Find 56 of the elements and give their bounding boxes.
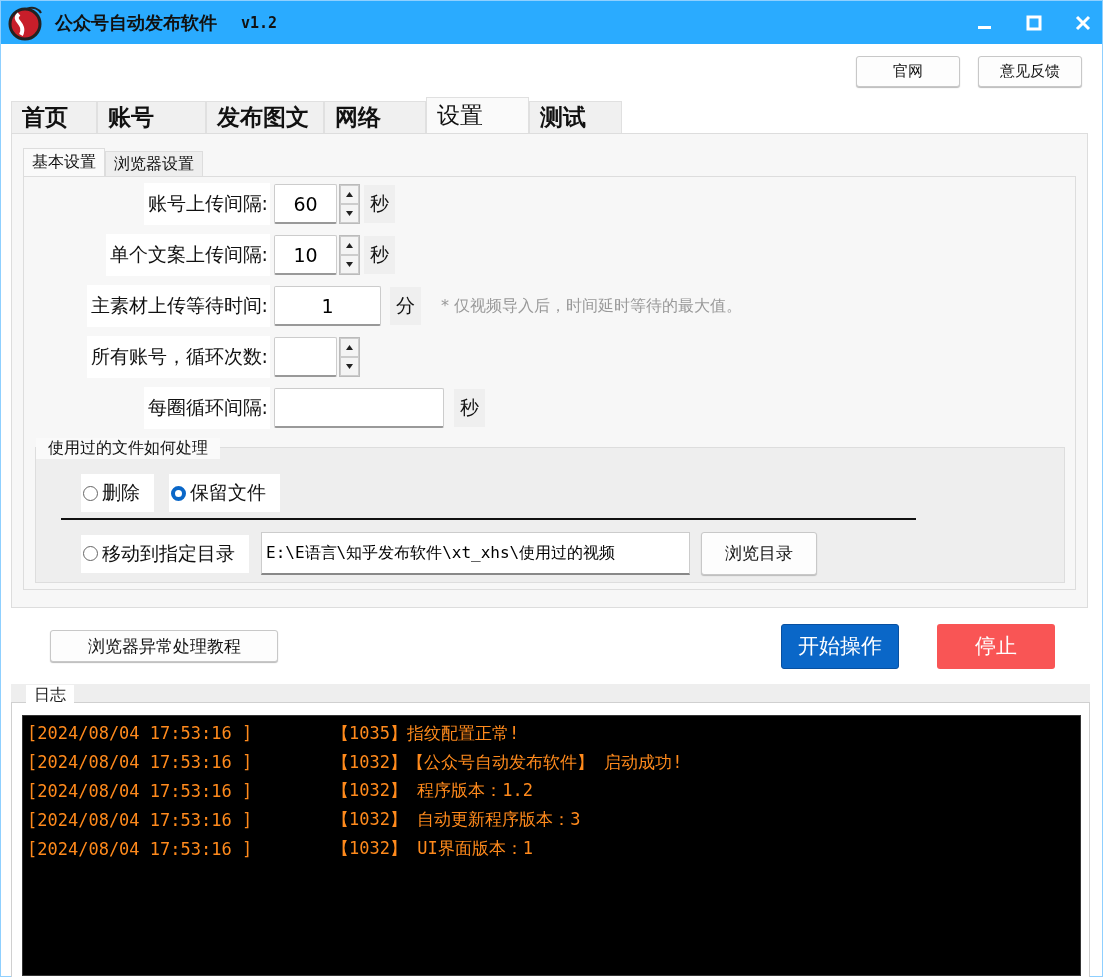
log-timestamp: [2024/08/04 17:53:16 ] <box>27 838 254 859</box>
spin-up-button[interactable] <box>340 236 359 255</box>
input-field[interactable] <box>274 337 337 377</box>
log-message: 【1032】【公众号自动发布软件】 启动成功! <box>332 750 683 774</box>
log-message: 【1032】 程序版本：1.2 <box>332 779 533 803</box>
spin-down-button[interactable] <box>340 255 359 274</box>
tab[interactable]: 设置 <box>426 97 529 133</box>
subtab[interactable]: 基本设置 <box>23 148 105 176</box>
tab[interactable]: 首页 <box>11 101 97 133</box>
tab[interactable]: 网络 <box>324 101 426 133</box>
unit-label: 分 <box>390 287 421 325</box>
radio-icon[interactable] <box>83 546 98 561</box>
header-button[interactable]: 意见反馈 <box>978 56 1082 87</box>
field-label: 主素材上传等待时间: <box>86 285 270 327</box>
tab[interactable]: 测试 <box>529 101 622 133</box>
window-title: 公众号自动发布软件 <box>55 10 217 35</box>
field-label: 账号上传间隔: <box>143 183 270 225</box>
input-field[interactable]: 1 <box>274 286 381 326</box>
browse-button[interactable]: 浏览目录 <box>701 532 817 575</box>
log-timestamp: [2024/08/04 17:53:16 ] <box>27 809 254 830</box>
log-timestamp: [2024/08/04 17:53:16 ] <box>27 781 254 801</box>
input-field[interactable] <box>274 388 444 428</box>
version-label: v1.2 <box>241 13 278 32</box>
hint-text: * 仅视频导入后，时间延时等待的最大值。 <box>441 295 743 317</box>
log-message: 【1032】 自动更新程序版本：3 <box>332 808 581 832</box>
app-logo-icon <box>7 4 43 41</box>
spin-up-button[interactable] <box>340 338 359 357</box>
spin-down-button[interactable] <box>340 357 359 376</box>
log-timestamp: [2024/08/04 17:53:16 ] <box>27 723 254 744</box>
subtab[interactable]: 浏览器设置 <box>105 151 203 176</box>
start-button[interactable]: 开始操作 <box>781 623 899 669</box>
radio-icon[interactable] <box>83 485 98 501</box>
radio-icon[interactable] <box>171 485 186 501</box>
log-message: 【1035】指纹配置正常! <box>332 721 520 745</box>
radio-option[interactable]: 删除 <box>81 474 154 512</box>
unit-label: 秒 <box>364 236 395 274</box>
tutorial-button[interactable]: 浏览器异常处理教程 <box>50 630 278 662</box>
spin-up-button[interactable] <box>340 185 359 204</box>
header-button[interactable]: 官网 <box>856 56 960 87</box>
input-field[interactable]: 60 <box>274 184 337 224</box>
path-field[interactable]: E:\E语言\知乎发布软件\xt_xhs\使用过的视频 <box>261 532 690 575</box>
spin-down-button[interactable] <box>340 204 359 223</box>
log-message: 【1032】 UI界面版本：1 <box>332 837 533 861</box>
field-label: 所有账号，循环次数: <box>86 336 270 378</box>
input-field[interactable]: 10 <box>274 235 337 275</box>
log-timestamp: [2024/08/04 17:53:16 ] <box>27 752 254 773</box>
group-title: 使用过的文件如何处理 <box>36 438 220 459</box>
field-label: 单个文案上传间隔: <box>105 234 270 276</box>
unit-label: 秒 <box>364 185 395 223</box>
unit-label: 秒 <box>454 389 485 427</box>
log-title: 日志 <box>26 685 74 706</box>
field-label: 每圈循环间隔: <box>143 387 270 429</box>
tab[interactable]: 账号 <box>97 101 206 133</box>
radio-option[interactable]: 保留文件 <box>169 474 280 512</box>
tab[interactable]: 发布图文 <box>206 101 324 133</box>
radio-option[interactable]: 移动到指定目录 <box>81 534 249 573</box>
